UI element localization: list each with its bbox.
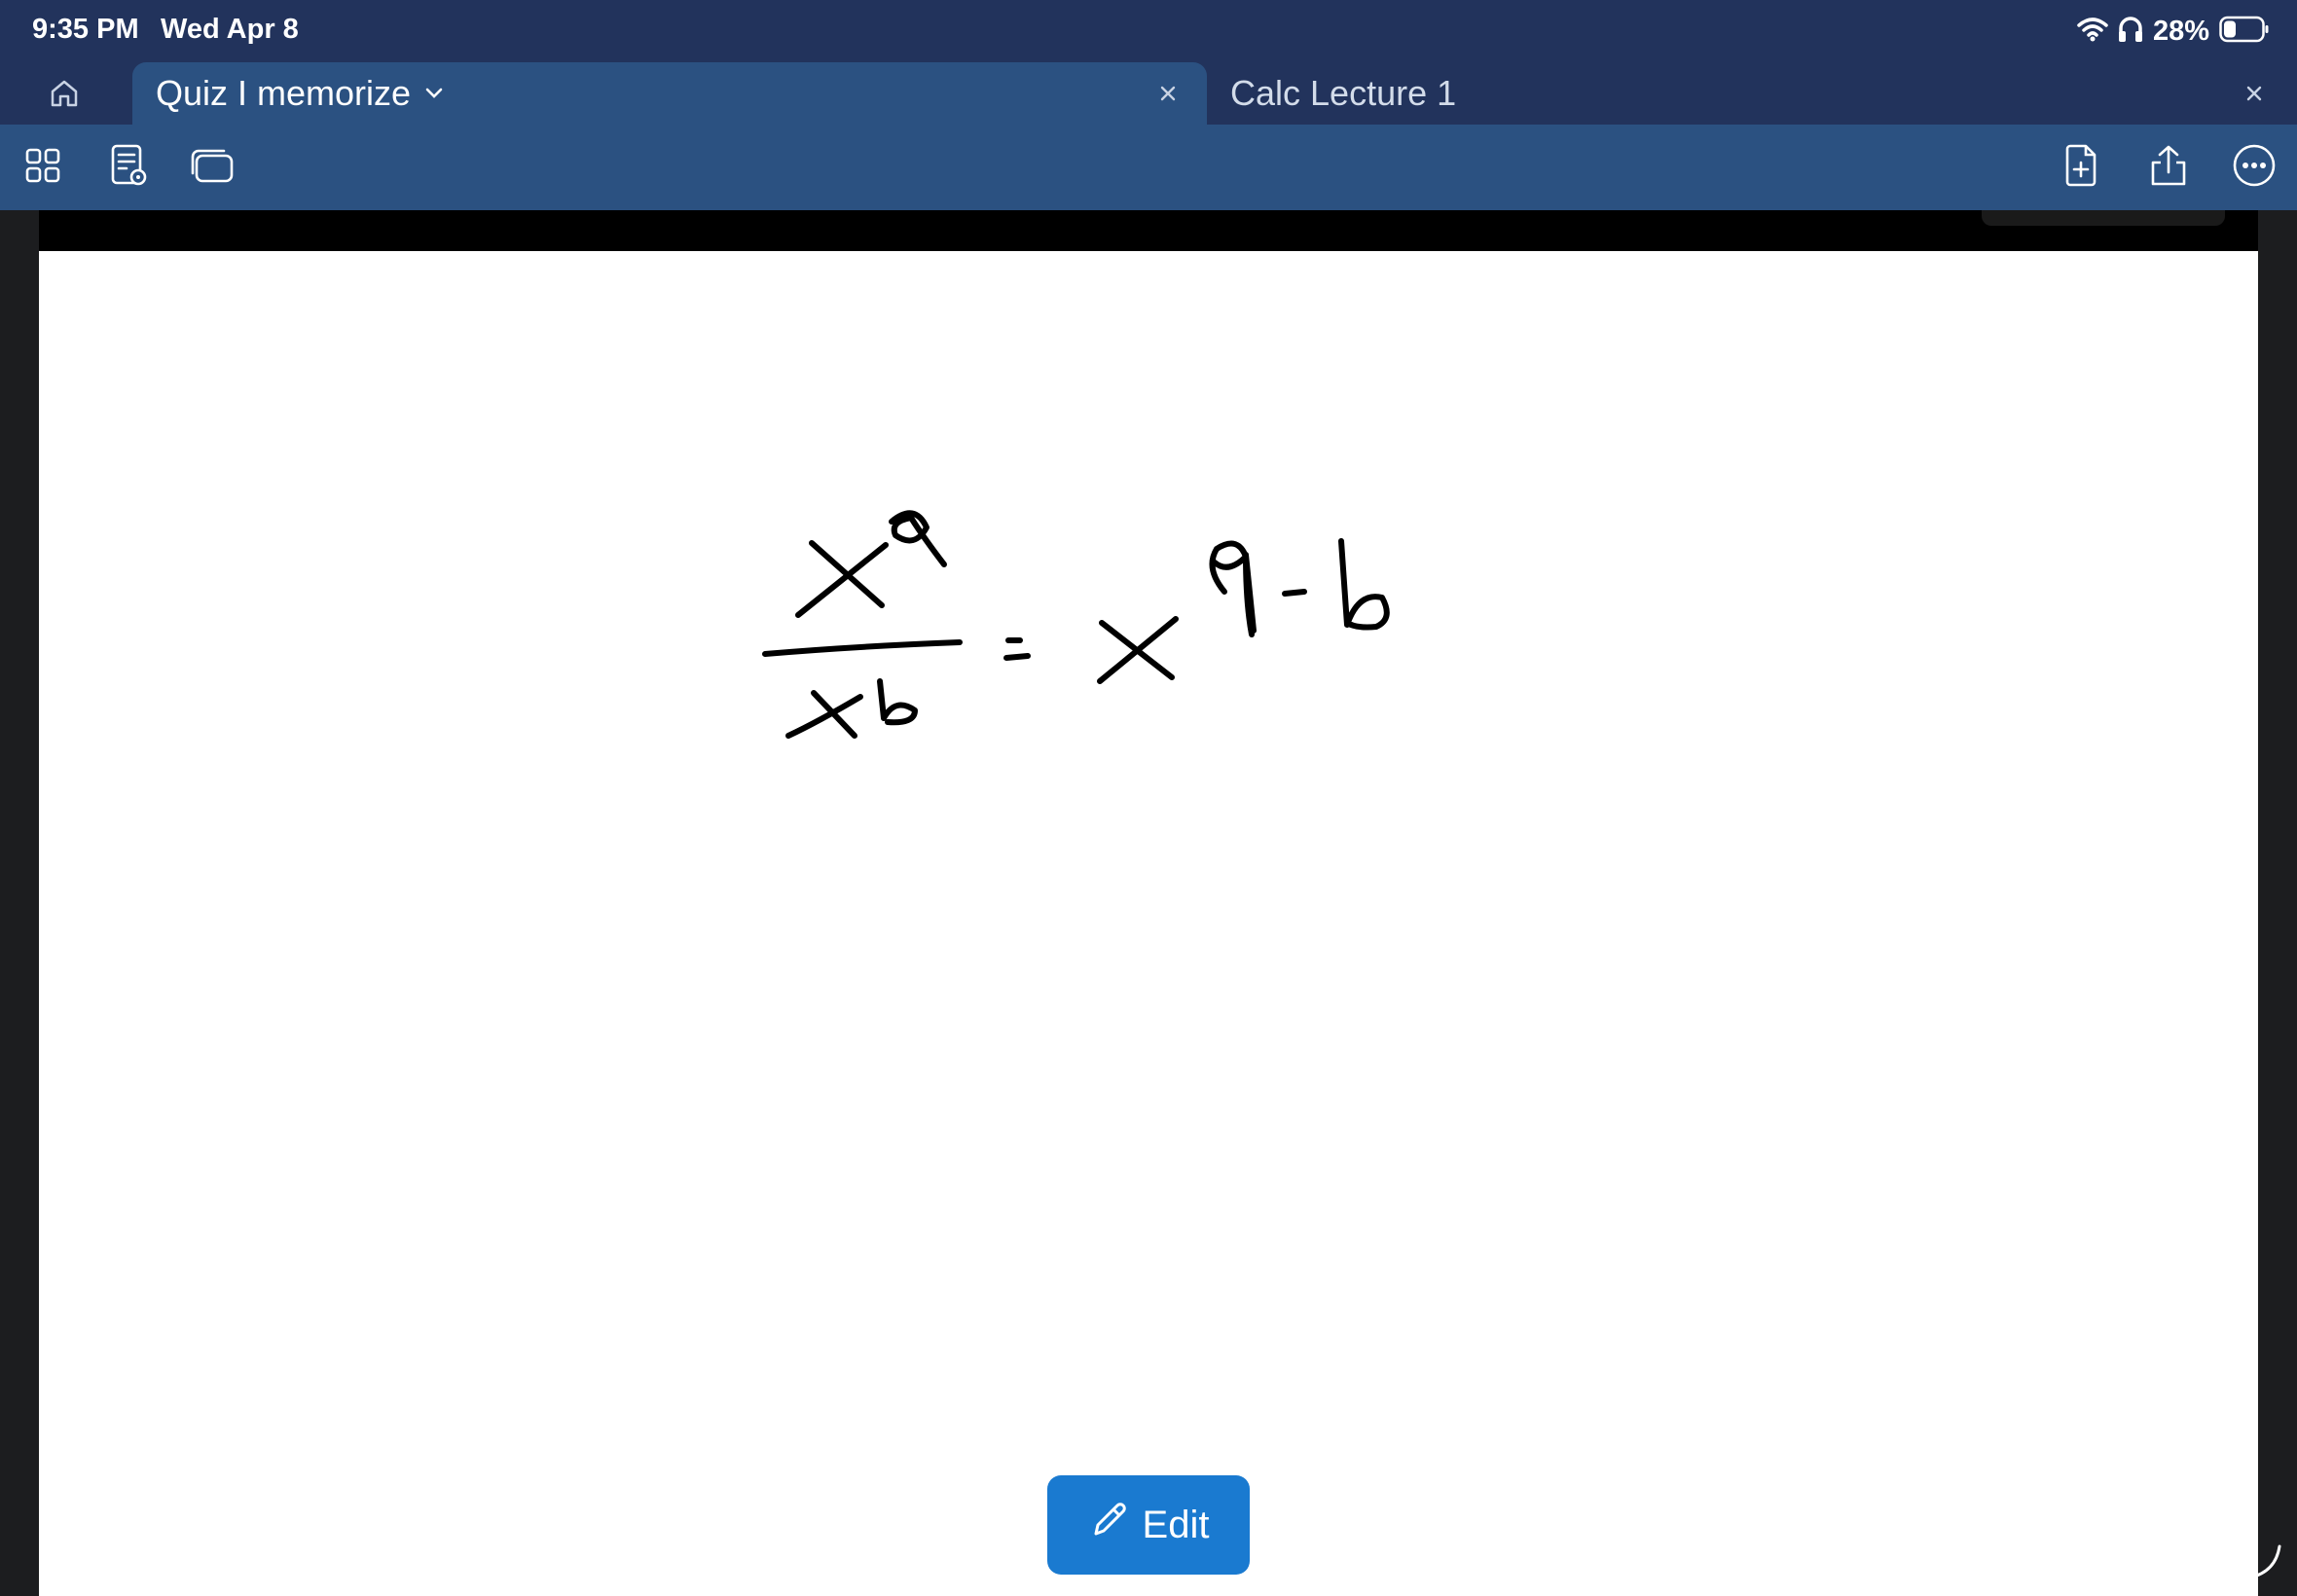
- tab-quiz[interactable]: Quiz I memorize: [132, 62, 1207, 125]
- status-bar: 9:35 PM Wed Apr 8 28%: [0, 0, 2297, 62]
- headphones-icon: [2118, 16, 2143, 48]
- windows-button[interactable]: [185, 140, 239, 195]
- status-date: Wed Apr 8: [161, 14, 299, 45]
- page-header-controls: [1982, 210, 2225, 226]
- share-button[interactable]: [2141, 140, 2196, 195]
- grid-button[interactable]: [16, 140, 70, 195]
- page-view-icon: [108, 143, 149, 193]
- more-button[interactable]: [2227, 140, 2281, 195]
- status-indicators: 28%: [2077, 12, 2270, 51]
- home-button[interactable]: [43, 74, 86, 117]
- edit-button-label: Edit: [1142, 1503, 1210, 1546]
- more-icon: [2231, 142, 2278, 194]
- page-view-button[interactable]: [101, 140, 156, 195]
- status-time: 9:35 PM: [32, 14, 139, 45]
- note-page[interactable]: [39, 251, 2258, 1596]
- grid-icon: [24, 147, 61, 189]
- wifi-icon: [2077, 17, 2108, 47]
- resize-handle[interactable]: [2246, 1542, 2285, 1586]
- handwritten-equation: [759, 506, 1421, 764]
- toolbar: [0, 125, 2297, 210]
- battery-icon: [2219, 16, 2270, 48]
- page-header-strip: [39, 210, 2258, 251]
- home-icon: [49, 78, 80, 114]
- edit-button[interactable]: Edit: [1047, 1475, 1250, 1575]
- pencil-icon: [1088, 1499, 1131, 1551]
- add-page-button[interactable]: [2054, 140, 2108, 195]
- tab-calc-lecture[interactable]: Calc Lecture 1: [1207, 62, 2297, 125]
- tab-label: Quiz I memorize: [156, 73, 412, 113]
- close-icon[interactable]: [2239, 78, 2270, 109]
- windows-icon: [189, 147, 236, 189]
- close-icon[interactable]: [1152, 78, 1184, 109]
- share-icon: [2147, 143, 2190, 193]
- add-page-icon: [2061, 143, 2100, 193]
- tab-bar: Quiz I memorize Calc Lecture 1: [0, 62, 2297, 125]
- tab-label: Calc Lecture 1: [1230, 73, 1457, 113]
- chevron-down-icon[interactable]: [424, 87, 444, 100]
- battery-percent: 28%: [2152, 15, 2209, 47]
